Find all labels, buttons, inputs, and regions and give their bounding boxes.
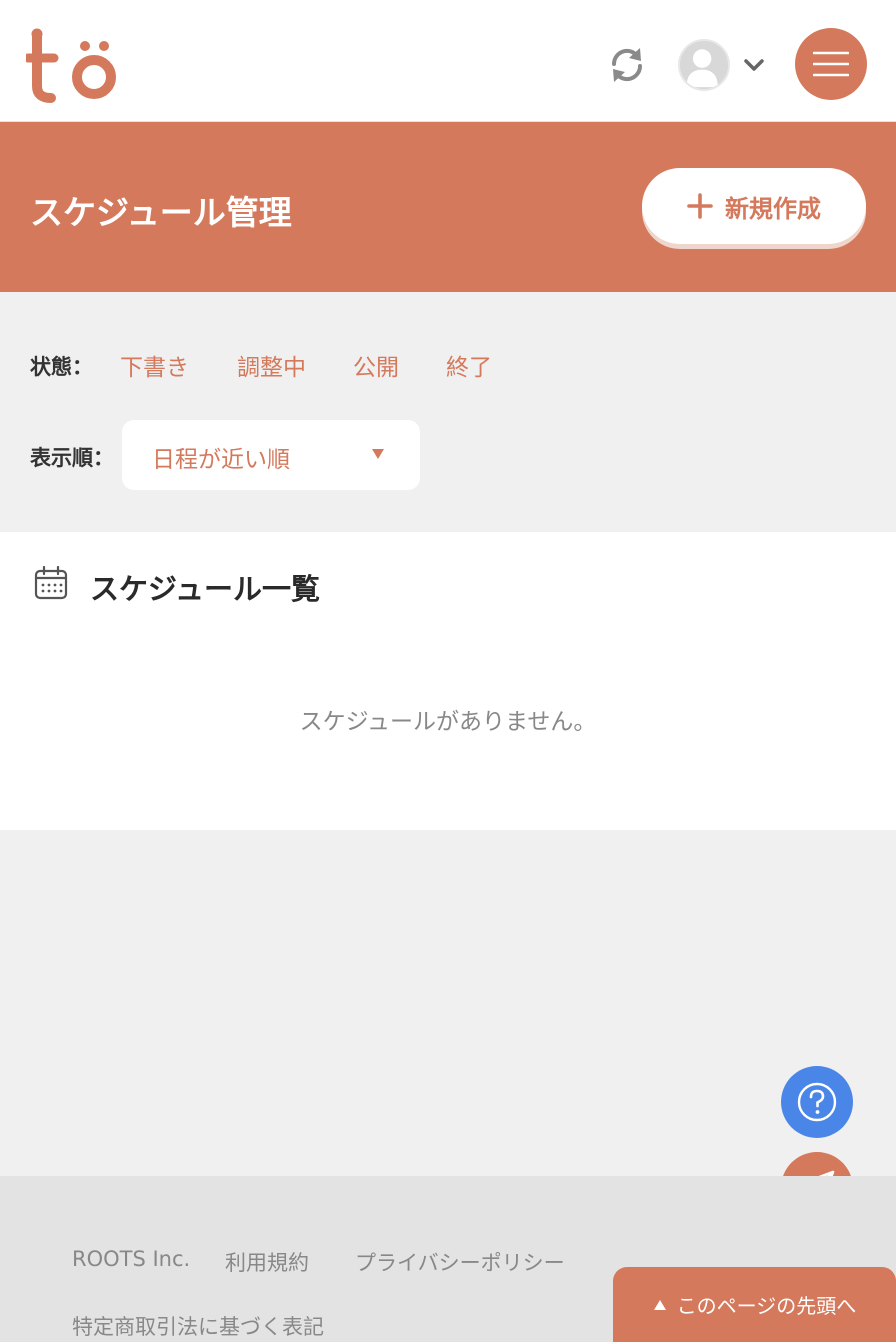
- app-header: [0, 0, 896, 122]
- status-filter-adjusting[interactable]: 調整中: [237, 348, 306, 382]
- footer-link-privacy[interactable]: プライバシーポリシー: [355, 1247, 565, 1277]
- question-icon: [797, 1082, 837, 1122]
- back-to-top-label: このページの先頭へ: [676, 1294, 857, 1318]
- caret-down-icon: [372, 449, 384, 459]
- hamburger-menu-button[interactable]: [795, 28, 867, 100]
- sync-icon[interactable]: [606, 44, 648, 86]
- footer-link-terms[interactable]: 利用規約: [225, 1247, 309, 1277]
- new-schedule-label: 新規作成: [725, 194, 821, 223]
- page-title: スケジュール管理: [30, 193, 292, 232]
- status-filter-finished[interactable]: 終了: [446, 348, 492, 382]
- chevron-down-icon: [744, 59, 764, 71]
- footer-link-company[interactable]: ROOTS Inc.: [72, 1247, 190, 1271]
- sort-label: 表示順：: [30, 446, 114, 470]
- hamburger-menu-icon: [813, 51, 849, 77]
- help-button[interactable]: [781, 1066, 853, 1138]
- user-silhouette-icon: [686, 49, 718, 88]
- footer-link-commerce-law[interactable]: 特定商取引法に基づく表記: [72, 1311, 324, 1341]
- sort-order-select[interactable]: 日程が近い順: [122, 420, 420, 490]
- status-filter-public[interactable]: 公開: [353, 348, 399, 382]
- plus-icon: [687, 193, 713, 219]
- status-filter-draft[interactable]: 下書き: [120, 348, 189, 382]
- up-triangle-icon: [653, 1299, 666, 1310]
- status-filter-label: 状態：: [30, 355, 93, 379]
- back-to-top-button[interactable]: このページの先頭へ: [613, 1267, 896, 1342]
- schedule-list-title: スケジュール一覧: [90, 572, 320, 606]
- empty-list-message: スケジュールがありません。: [299, 709, 597, 735]
- sort-order-value: 日程が近い順: [152, 447, 290, 473]
- avatar: [678, 39, 730, 91]
- calendar-icon: [34, 566, 68, 600]
- account-menu[interactable]: [678, 38, 768, 92]
- to-logo[interactable]: [26, 26, 118, 104]
- new-schedule-button[interactable]: 新規作成: [642, 168, 866, 244]
